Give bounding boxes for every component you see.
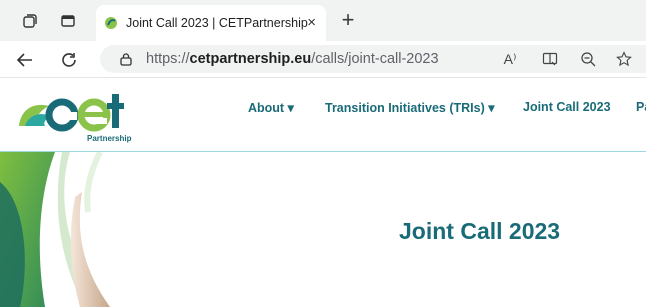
address-bar[interactable]: https://cetpartnership.eu/calls/joint-ca… xyxy=(100,45,646,73)
hero-section: Joint Call 2023 xyxy=(0,152,646,307)
read-aloud-icon[interactable]: A⁾ xyxy=(500,50,520,68)
back-arrow-icon[interactable] xyxy=(14,49,36,71)
browser-tab-strip: Joint Call 2023 | CETPartnership × + xyxy=(0,0,646,41)
tab-title: Joint Call 2023 | CETPartnership xyxy=(126,16,308,30)
refresh-icon[interactable] xyxy=(58,49,80,71)
nav-about[interactable]: About ▾ xyxy=(248,100,294,115)
cet-partnership-logo[interactable]: Partnership xyxy=(15,86,135,148)
tab-joint-call[interactable]: Joint Call 2023 | CETPartnership × xyxy=(96,5,326,41)
lock-icon[interactable] xyxy=(118,51,134,67)
address-url[interactable]: https://cetpartnership.eu/calls/joint-ca… xyxy=(146,51,439,67)
nav-partial-item[interactable]: Pa xyxy=(636,100,646,114)
decorative-wave-graphic xyxy=(0,152,110,307)
browser-address-row: https://cetpartnership.eu/calls/joint-ca… xyxy=(0,41,646,78)
favorites-star-icon[interactable] xyxy=(614,50,634,68)
zoom-out-icon[interactable] xyxy=(578,50,598,68)
site-header: Partnership About ▾ Transition Initiativ… xyxy=(0,78,646,152)
workspaces-icon[interactable] xyxy=(58,11,78,31)
nav-transition-initiatives[interactable]: Transition Initiatives (TRIs) ▾ xyxy=(325,100,495,115)
site-favicon-icon xyxy=(105,17,117,29)
page-title: Joint Call 2023 xyxy=(399,218,561,244)
immersive-reader-icon[interactable] xyxy=(540,50,560,68)
tab-actions-icon[interactable] xyxy=(20,11,40,31)
logo-caption: Partnership xyxy=(87,134,132,143)
tab-close-button[interactable]: × xyxy=(307,14,316,32)
new-tab-button[interactable]: + xyxy=(336,8,360,32)
nav-joint-call-2023[interactable]: Joint Call 2023 xyxy=(523,100,611,114)
